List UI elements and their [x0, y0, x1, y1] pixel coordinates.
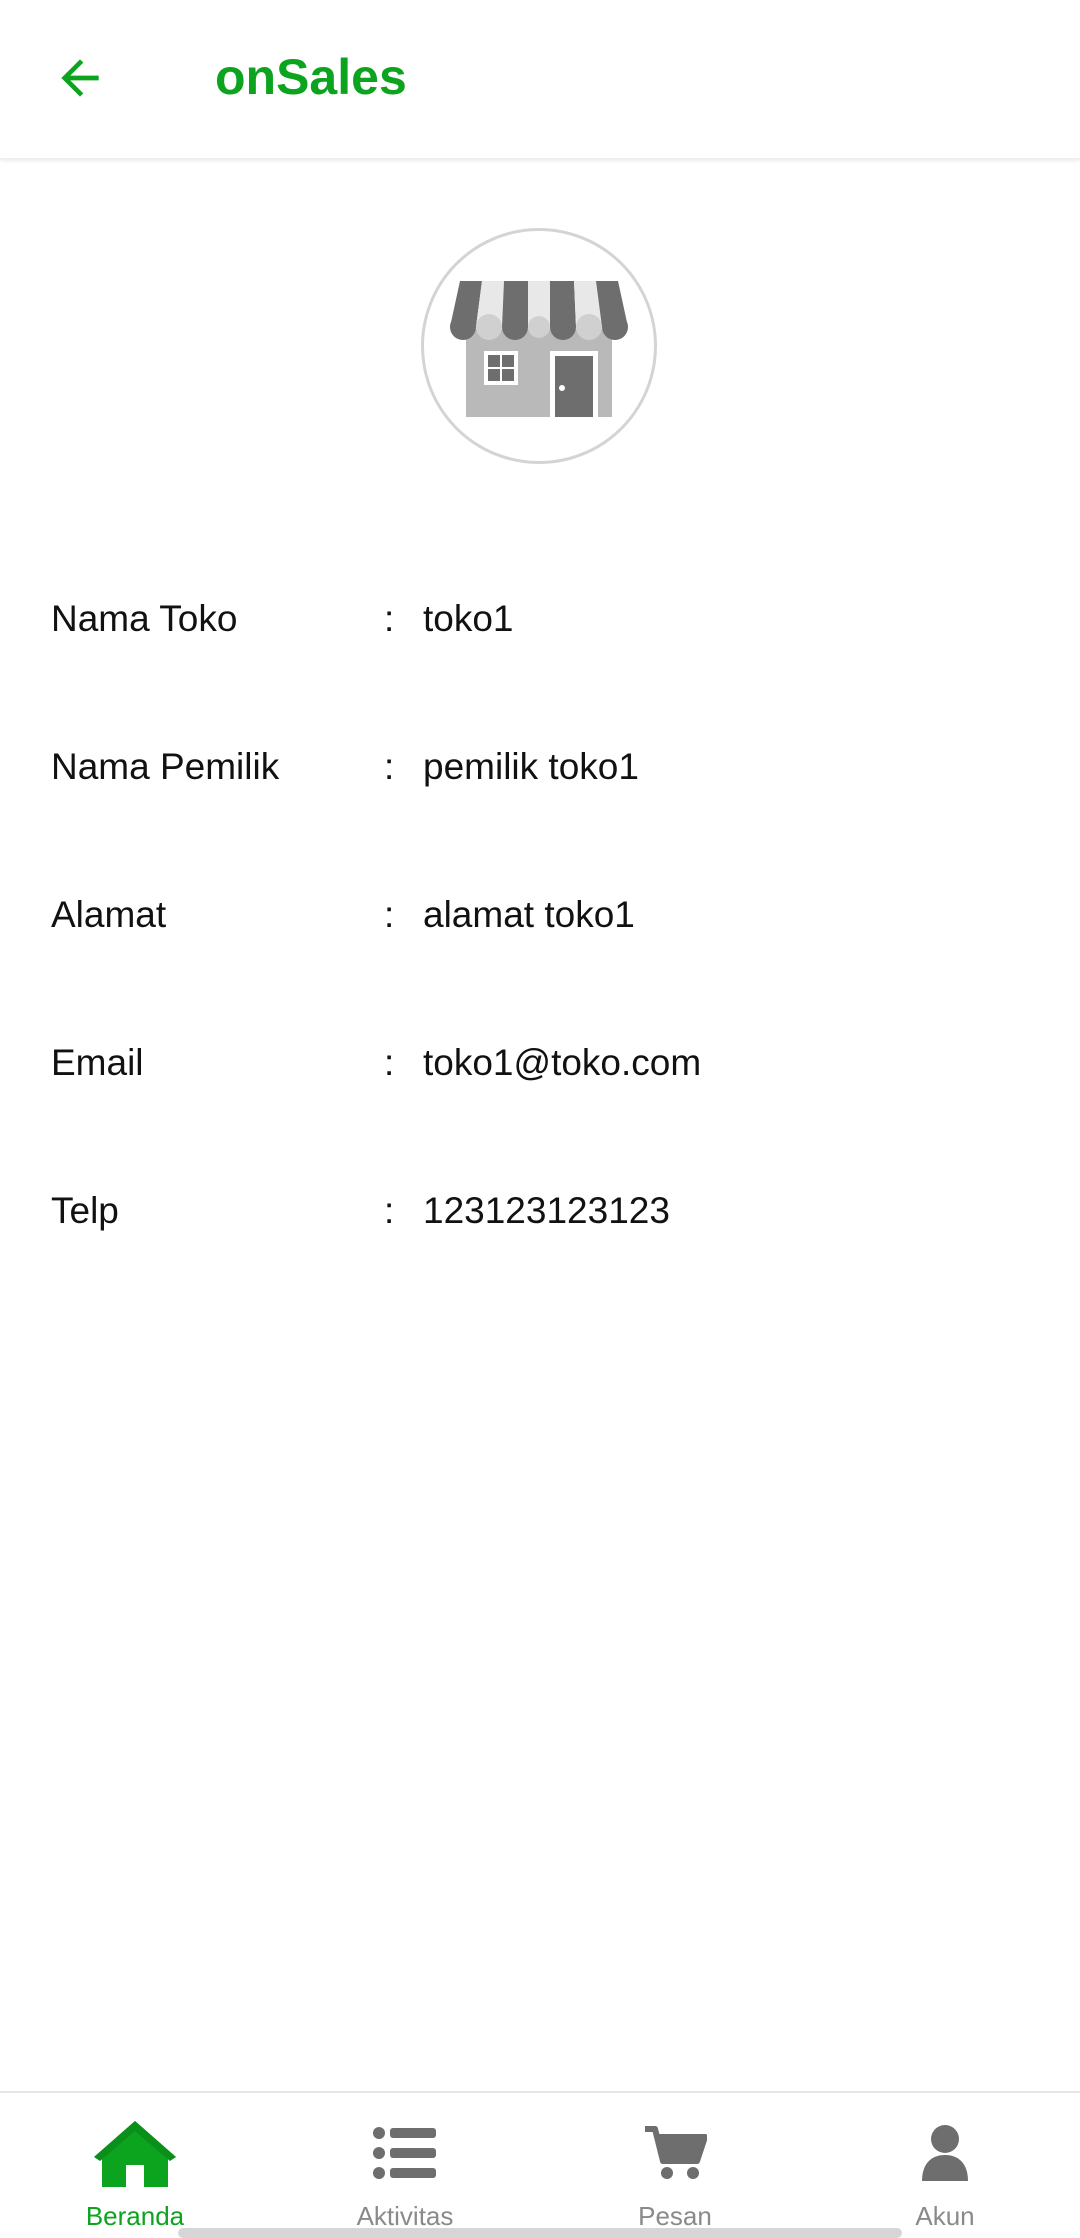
info-row-nama-pemilik: Nama Pemilik : pemilik toko1 — [0, 708, 1080, 856]
store-profile-screen: onSales Nama Toko: toko1 Nama Pemilik:… — [0, 0, 1080, 2238]
info-value: alamat toko1 — [423, 894, 635, 935]
nav-item-akun[interactable]: Akun — [810, 2093, 1080, 2238]
nav-item-aktivitas[interactable]: Aktivitas — [270, 2093, 540, 2238]
store-avatar — [421, 228, 657, 464]
info-colon: : — [384, 598, 395, 639]
nav-label: Beranda — [85, 2201, 185, 2231]
app-bar: onSales — [0, 0, 1080, 159]
list-icon — [373, 2127, 436, 2179]
nav-label: Akun — [915, 2201, 975, 2231]
store-info-list: Nama Toko : toko1 Nama Pemilik : pemilik… — [0, 560, 1080, 1300]
info-row-alamat: Alamat : alamat toko1 — [0, 856, 1080, 1004]
user-icon — [922, 2125, 968, 2181]
info-row-nama-toko: Nama Toko : toko1 — [0, 560, 1080, 708]
info-colon: : — [384, 746, 395, 787]
info-colon: : — [384, 1190, 395, 1231]
store-icon — [450, 281, 628, 417]
back-button[interactable] — [40, 38, 120, 118]
info-label: Nama Toko — [51, 598, 238, 639]
info-colon: : — [384, 894, 395, 935]
nav-item-pesan[interactable]: Pesan — [540, 2093, 810, 2238]
info-value: toko1@toko.com — [423, 1042, 702, 1083]
info-value: 123123123123 — [423, 1190, 670, 1231]
cart-icon — [645, 2126, 707, 2179]
info-value: toko1 — [423, 598, 514, 639]
gesture-bar — [178, 2228, 902, 2238]
bottom-navigation: Beranda Aktivitas Pesan Akun — [0, 2091, 1080, 2238]
info-label: Telp — [51, 1190, 119, 1231]
page-title: onSales — [215, 49, 407, 105]
info-colon: : — [384, 1042, 395, 1083]
info-row-telp: Telp : 123123123123 — [0, 1152, 1080, 1300]
nav-item-beranda[interactable]: Beranda — [0, 2093, 270, 2238]
arrow-left-icon — [61, 59, 99, 97]
info-label: Email — [51, 1042, 144, 1083]
info-label: Alamat — [51, 894, 167, 935]
home-icon — [94, 2121, 176, 2187]
info-label: Nama Pemilik — [51, 746, 280, 787]
info-value: pemilik toko1 — [423, 746, 639, 787]
info-row-email: Email : toko1@toko.com — [0, 1004, 1080, 1152]
